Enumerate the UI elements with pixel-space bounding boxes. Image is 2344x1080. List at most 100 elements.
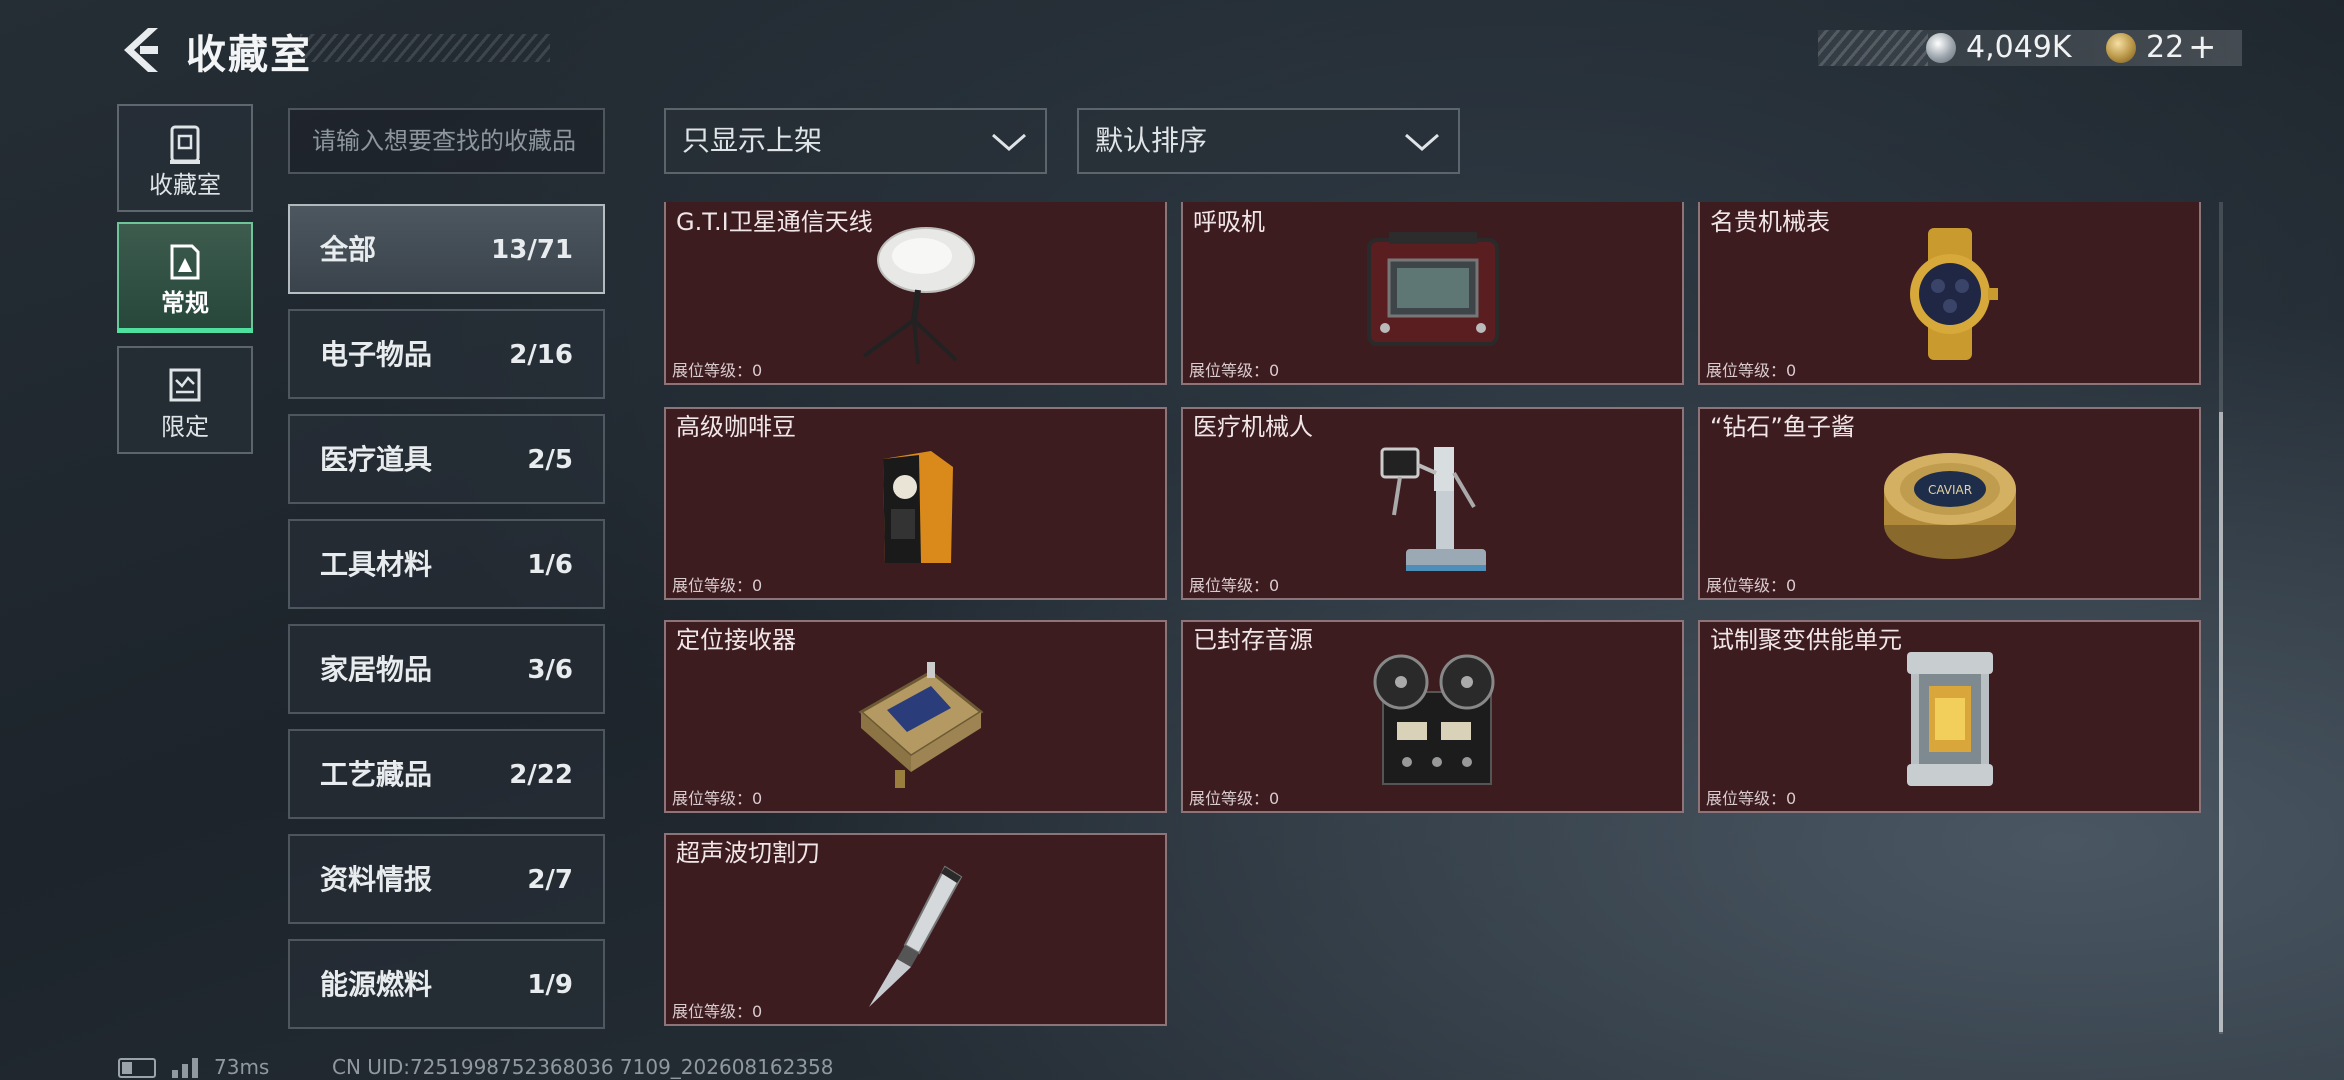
collection-grid: G.T.I卫星通信天线 展位等级：0 呼吸机 展位等级：0 名贵机械表 展位等级…	[664, 202, 2204, 1034]
tab-limited[interactable]: 限定	[117, 346, 253, 454]
item-name: 定位接收器	[676, 626, 796, 654]
fusion-cell-icon	[1906, 652, 1993, 786]
category-count: 2/22	[509, 760, 573, 790]
user-uid: CN UID:7251998752368036 7109_20260816235…	[332, 1055, 834, 1079]
category-crafts[interactable]: 工艺藏品 2/22	[288, 729, 605, 819]
category-all[interactable]: 全部 13/71	[288, 204, 605, 294]
sort-dropdown[interactable]: 默认排序	[1077, 108, 1460, 174]
tab-limited-label: 限定	[161, 413, 209, 441]
tab-vault-label: 收藏室	[149, 171, 221, 199]
item-level: 展位等级：0	[672, 1002, 763, 1021]
search-input[interactable]: 请输入想要查找的收藏品	[288, 108, 605, 174]
normal-collection-icon	[170, 244, 200, 280]
category-intel[interactable]: 资料情报 2/7	[288, 834, 605, 924]
tab-normal-label: 常规	[161, 289, 209, 317]
battery-level	[122, 1062, 132, 1074]
item-name: 已封存音源	[1193, 626, 1313, 654]
title-decoration	[300, 34, 550, 62]
add-currency-button[interactable]: +	[2188, 30, 2217, 64]
item-card-luxury-watch[interactable]: 名贵机械表 展位等级：0	[1698, 202, 2201, 385]
category-name: 工具材料	[320, 548, 433, 581]
scroll-thumb[interactable]	[2219, 412, 2223, 1032]
item-level: 展位等级：0	[1706, 361, 1797, 380]
gps-receiver-icon	[857, 662, 984, 788]
item-card-caviar[interactable]: “钻石”鱼子酱 CAVIAR 展位等级：0	[1698, 407, 2201, 600]
display-filter-dropdown[interactable]: 只显示上架	[664, 108, 1047, 174]
item-card-ventilator[interactable]: 呼吸机 展位等级：0	[1181, 202, 1684, 385]
category-name: 能源燃料	[320, 968, 433, 1001]
category-count: 1/9	[527, 970, 573, 1000]
category-name: 全部	[320, 233, 377, 266]
item-level: 展位等级：0	[1189, 789, 1280, 808]
page-title: 收藏室	[186, 32, 312, 78]
item-level: 展位等级：0	[1189, 576, 1280, 595]
item-card-sealed-audio[interactable]: 已封存音源 展位等级：0	[1181, 620, 1684, 813]
silver-amount: 4,049K	[1966, 30, 2072, 65]
reel-recorder-icon	[1373, 654, 1494, 785]
category-count: 1/6	[527, 550, 573, 580]
gold-coin-icon	[2106, 33, 2136, 63]
item-card-ultrasonic-knife[interactable]: 超声波切割刀 展位等级：0	[664, 833, 1167, 1026]
item-card-fusion-cell[interactable]: 试制聚变供能单元 展位等级：0	[1698, 620, 2201, 813]
item-name: 呼吸机	[1193, 208, 1265, 236]
coffee-bag-icon	[882, 451, 953, 563]
item-level: 展位等级：0	[672, 576, 763, 595]
item-name: 名贵机械表	[1710, 208, 1830, 236]
category-electronics[interactable]: 电子物品 2/16	[288, 309, 605, 399]
ultrasonic-knife-icon	[868, 865, 962, 1007]
item-name: 医疗机械人	[1193, 413, 1313, 441]
item-level: 展位等级：0	[1706, 576, 1797, 595]
medical-robot-icon	[1380, 447, 1486, 571]
category-medical[interactable]: 医疗道具 2/5	[288, 414, 605, 504]
item-card-coffee-beans[interactable]: 高级咖啡豆 展位等级：0	[664, 407, 1167, 600]
item-name: “钻石”鱼子酱	[1710, 413, 1855, 441]
tab-normal[interactable]: 常规	[117, 222, 253, 330]
currency-decoration	[1818, 30, 1928, 66]
ventilator-icon	[1366, 232, 1499, 346]
tab-vault[interactable]: 收藏室	[117, 104, 253, 212]
battery-icon	[118, 1058, 156, 1078]
sort-value: 默认排序	[1095, 124, 1208, 157]
category-energy[interactable]: 能源燃料 1/9	[288, 939, 605, 1029]
chevron-down-icon	[992, 133, 1026, 151]
satellite-antenna-icon	[862, 227, 975, 365]
gold-amount: 22	[2146, 30, 2185, 65]
item-level: 展位等级：0	[1189, 361, 1280, 380]
luxury-watch-icon	[1909, 228, 1998, 360]
signal-icon	[172, 1058, 198, 1078]
ping-value: 73ms	[214, 1055, 270, 1079]
back-arrow-icon	[124, 28, 158, 72]
item-card-medical-robot[interactable]: 医疗机械人 展位等级：0	[1181, 407, 1684, 600]
category-name: 工艺藏品	[320, 758, 433, 791]
category-name: 电子物品	[320, 338, 433, 371]
item-name: G.T.I卫星通信天线	[676, 208, 873, 236]
item-level: 展位等级：0	[672, 789, 763, 808]
grid-scrollbar[interactable]	[2219, 202, 2223, 1034]
vault-icon	[170, 125, 200, 164]
item-card-satellite-antenna[interactable]: G.T.I卫星通信天线 展位等级：0	[664, 202, 1167, 385]
limited-collection-icon	[169, 368, 201, 402]
active-tab-indicator	[117, 328, 253, 333]
back-button[interactable]	[118, 26, 162, 74]
chevron-down-icon	[1405, 133, 1439, 151]
currency-bar: 4,049K 22 +	[1818, 30, 2242, 66]
caviar-tin-icon: CAVIAR	[1883, 453, 2016, 559]
item-card-gps-receiver[interactable]: 定位接收器 展位等级：0	[664, 620, 1167, 813]
category-household[interactable]: 家居物品 3/6	[288, 624, 605, 714]
item-level: 展位等级：0	[1706, 789, 1797, 808]
item-name: 高级咖啡豆	[676, 413, 796, 441]
category-count: 2/7	[527, 865, 573, 895]
item-name: 试制聚变供能单元	[1710, 626, 1902, 654]
category-count: 3/6	[527, 655, 573, 685]
category-count: 13/71	[491, 235, 573, 265]
category-name: 资料情报	[320, 863, 433, 896]
item-level: 展位等级：0	[672, 361, 763, 380]
category-name: 医疗道具	[320, 443, 433, 476]
silver-coin-icon	[1926, 33, 1956, 63]
category-name: 家居物品	[320, 653, 433, 686]
category-count: 2/16	[509, 340, 573, 370]
item-name: 超声波切割刀	[676, 839, 820, 867]
category-tools[interactable]: 工具材料 1/6	[288, 519, 605, 609]
display-filter-value: 只显示上架	[682, 124, 823, 157]
caviar-label: CAVIAR	[1927, 483, 1971, 497]
